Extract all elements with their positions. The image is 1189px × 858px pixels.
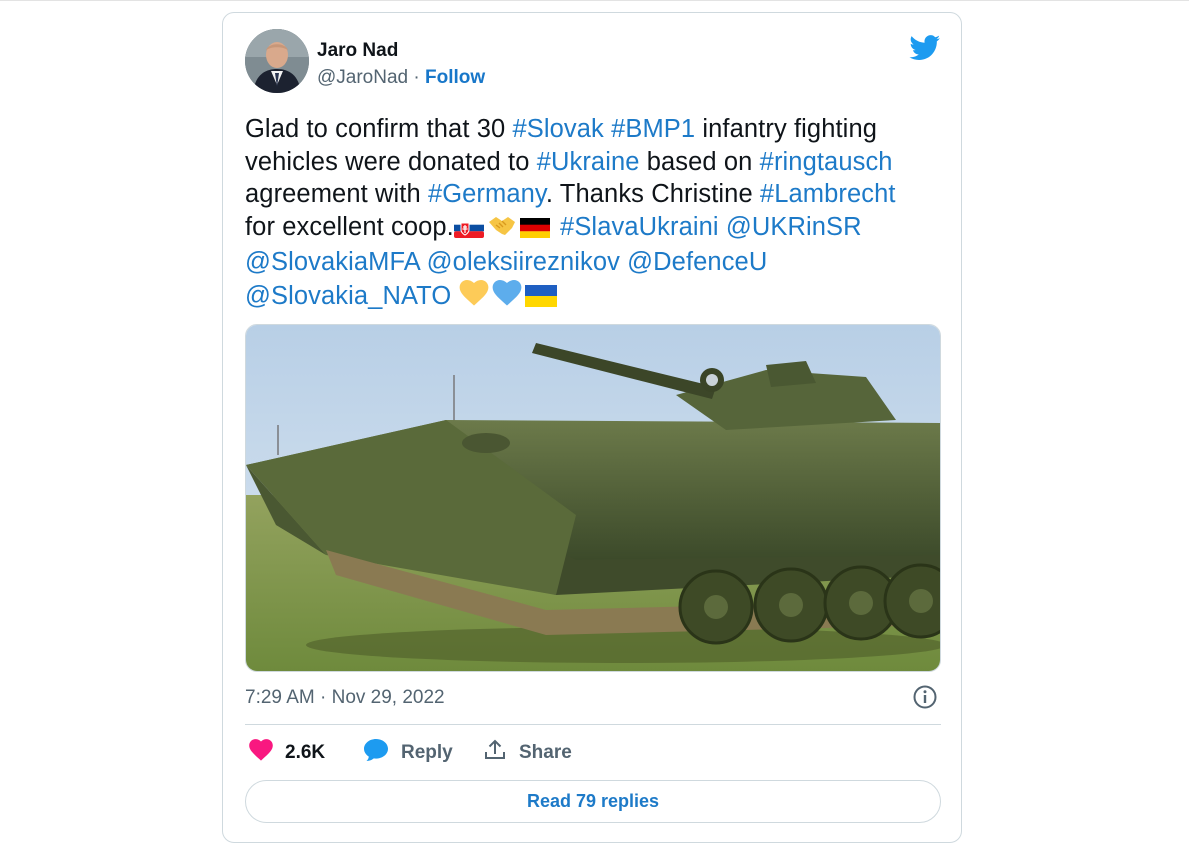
tweet-text-segment bbox=[419, 248, 426, 276]
tweet-text-segment bbox=[719, 213, 726, 241]
blue-heart-icon bbox=[492, 279, 522, 316]
tweet-card: Jaro Nad @JaroNad · Follow Glad to confi… bbox=[222, 12, 962, 843]
mention-link[interactable]: @SlovakiaMFA bbox=[245, 248, 419, 276]
tweet-text-segment: vehicles were donated to bbox=[245, 147, 537, 176]
tweet-timestamp[interactable]: 7:29 AM · Nov 29, 2022 bbox=[245, 687, 445, 709]
mention-link[interactable]: @DefenceU bbox=[627, 248, 767, 276]
tweet-media[interactable] bbox=[245, 324, 941, 672]
actions-divider bbox=[245, 724, 941, 725]
hashtag-link[interactable]: #SlavaUkraini bbox=[560, 213, 719, 241]
tweet-text-segment: for excellent coop. bbox=[245, 212, 454, 241]
tweet-text-segment: infantry fighting bbox=[695, 115, 878, 143]
follow-button[interactable]: Follow bbox=[425, 67, 485, 88]
tweet-line: for excellent coop. #SlavaUkraini @UKRin… bbox=[245, 211, 945, 247]
tweet-text-segment: based on bbox=[639, 147, 760, 176]
mention-link[interactable]: @UKRinSR bbox=[726, 213, 862, 241]
tweet-text-segment bbox=[604, 115, 611, 143]
tweet-line: Glad to confirm that 30 #Slovak #BMP1 in… bbox=[245, 113, 945, 146]
hashtag-link[interactable]: #Ukraine bbox=[537, 148, 640, 176]
like-button[interactable]: 2.6K bbox=[249, 739, 325, 767]
tweet-text-segment bbox=[451, 282, 458, 310]
mention-link[interactable]: @Slovakia_NATO bbox=[245, 282, 451, 310]
handshake-icon bbox=[487, 214, 517, 247]
reply-label: Reply bbox=[401, 742, 453, 763]
bmp1-photo bbox=[246, 325, 940, 671]
tweet-line: vehicles were donated to #Ukraine based … bbox=[245, 146, 945, 179]
hashtag-link[interactable]: #ringtausch bbox=[760, 148, 893, 176]
avatar[interactable] bbox=[245, 29, 309, 93]
tweet-line: @SlovakiaMFA @oleksiireznikov @DefenceU bbox=[245, 246, 945, 279]
yellow-heart-icon bbox=[459, 279, 489, 316]
tweet-text-segment: . Thanks Christine bbox=[545, 180, 760, 208]
tweet-text-segment bbox=[553, 213, 560, 241]
hashtag-link[interactable]: #BMP1 bbox=[611, 115, 695, 143]
author-name[interactable]: Jaro Nad bbox=[317, 40, 398, 62]
heart-icon bbox=[249, 739, 273, 767]
hashtag-link[interactable]: #Slovak bbox=[512, 115, 603, 143]
flag-slovakia-icon bbox=[453, 214, 484, 247]
flag-germany-icon bbox=[519, 214, 550, 247]
twitter-bird-icon[interactable] bbox=[909, 35, 941, 61]
top-divider bbox=[0, 0, 1189, 1]
hashtag-link[interactable]: #Lambrecht bbox=[760, 180, 896, 208]
share-label: Share bbox=[519, 742, 572, 763]
tweet-text: Glad to confirm that 30 #Slovak #BMP1 in… bbox=[245, 113, 945, 315]
share-icon bbox=[483, 738, 507, 768]
separator-dot: · bbox=[413, 67, 420, 88]
reply-button[interactable]: Reply bbox=[363, 739, 453, 767]
mention-link[interactable]: @oleksiireznikov bbox=[427, 248, 620, 276]
author-handle-row: @JaroNad · Follow bbox=[317, 67, 485, 89]
tweet-text-segment: Glad to confirm that 30 bbox=[245, 115, 513, 143]
info-icon[interactable] bbox=[912, 684, 938, 710]
reply-bubble-icon bbox=[363, 738, 389, 768]
read-replies-button[interactable]: Read 79 replies bbox=[245, 780, 941, 823]
tweet-line: @Slovakia_NATO bbox=[245, 279, 945, 316]
share-button[interactable]: Share bbox=[483, 739, 572, 767]
tweet-text-segment: agreement with bbox=[245, 180, 428, 208]
tweet-line: agreement with #Germany. Thanks Christin… bbox=[245, 178, 945, 211]
author-handle[interactable]: @JaroNad bbox=[317, 67, 408, 88]
hashtag-link[interactable]: #Germany bbox=[428, 180, 546, 208]
like-count: 2.6K bbox=[285, 742, 326, 763]
flag-ukraine-icon bbox=[524, 283, 557, 316]
